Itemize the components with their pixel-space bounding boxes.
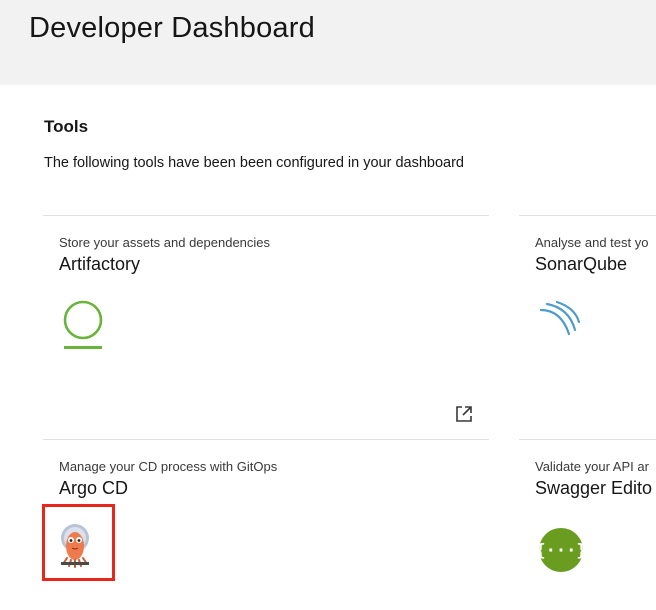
dashboard-header: Developer Dashboard <box>0 0 656 85</box>
tile-description: Analyse and test yo <box>535 235 649 250</box>
tools-section-title: Tools <box>44 117 89 136</box>
selection-highlight <box>42 504 115 581</box>
tools-section-description: The following tools have been been confi… <box>44 155 464 171</box>
page-title: Developer Dashboard <box>29 12 315 44</box>
tool-tile-swagger-editor[interactable]: Validate your API ar Swagger Edito {···} <box>519 439 656 610</box>
main-content: Tools The following tools have been been… <box>0 85 656 610</box>
tile-name: Artifactory <box>59 254 141 274</box>
tile-name: SonarQube <box>535 254 628 274</box>
swagger-logo-icon: {···} <box>535 526 587 579</box>
tile-description: Manage your CD process with GitOps <box>59 459 278 474</box>
tool-tile-artifactory[interactable]: Store your assets and dependencies Artif… <box>43 215 489 439</box>
tile-name: Swagger Edito <box>535 478 653 498</box>
launch-icon[interactable] <box>454 404 474 424</box>
tile-description: Store your assets and dependencies <box>59 235 271 250</box>
tile-name: Argo CD <box>59 478 129 498</box>
svg-text:{···}: {···} <box>537 541 585 561</box>
artifactory-logo-icon <box>61 298 105 359</box>
sonarqube-logo-icon <box>537 300 587 355</box>
tile-description: Validate your API ar <box>535 459 649 474</box>
tool-tile-sonarqube[interactable]: Analyse and test yo SonarQube <box>519 215 656 439</box>
